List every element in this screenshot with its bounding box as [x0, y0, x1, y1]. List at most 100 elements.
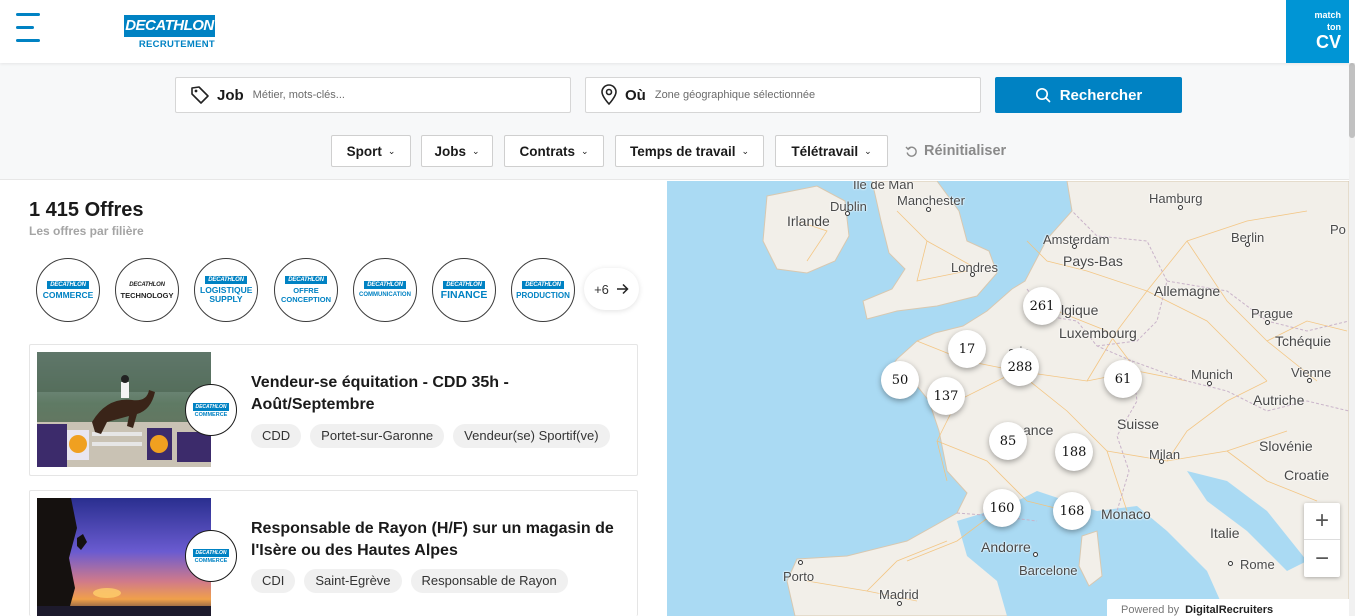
city-dot — [1307, 378, 1312, 383]
map-label: Porto — [783, 569, 815, 584]
filiere-communication[interactable]: DECATHLON COMMUNICATION — [353, 258, 417, 322]
chevron-down-icon: ⌄ — [864, 145, 872, 156]
location-search-field[interactable]: Où — [585, 77, 981, 113]
city-dot — [970, 272, 975, 277]
map-cluster[interactable]: 288 — [1001, 348, 1039, 386]
filiere-label: LOGISTIQUE SUPPLY — [200, 285, 253, 304]
filiere-finance[interactable]: DECATHLON FINANCE — [432, 258, 496, 322]
job-input[interactable] — [252, 89, 553, 101]
filter-jobs[interactable]: Jobs ⌄ — [421, 135, 493, 167]
site-header: DECATHLON RECRUTEMENT match ton CV — [0, 0, 1355, 63]
job-search-field[interactable]: Job — [175, 77, 571, 113]
chevron-down-icon: ⌄ — [741, 145, 750, 156]
chevron-down-icon: ⌄ — [580, 145, 589, 156]
filiere-label: TECHNOLOGY — [120, 290, 174, 300]
filiere-label: COMMERCE — [42, 289, 94, 300]
map-cluster[interactable]: 137 — [927, 377, 965, 415]
map-label: ance — [1023, 422, 1054, 438]
offers-count: 1 415 Offres — [29, 199, 144, 221]
filter-teletravail[interactable]: Télétravail ⌄ — [775, 135, 888, 167]
map-cluster[interactable]: 160 — [983, 489, 1021, 527]
filter-label: Temps de travail — [629, 143, 736, 159]
chevron-down-icon: ⌄ — [471, 145, 480, 156]
map-label: Rome — [1240, 557, 1275, 572]
zoom-out-button[interactable]: − — [1304, 540, 1340, 577]
more-filieres-button[interactable]: +6 — [584, 268, 639, 310]
filter-bar: Sport ⌄ Jobs ⌄ Contrats ⌄ Temps de travail ⌄… — [0, 135, 1349, 167]
map-label: Italie — [1210, 525, 1240, 541]
page-scrollbar-thumb[interactable] — [1349, 63, 1355, 138]
filter-label: Jobs — [434, 143, 466, 159]
powered-by-text: Powered by — [1121, 604, 1180, 616]
location-input[interactable] — [654, 89, 955, 101]
map-cluster[interactable]: 17 — [948, 330, 986, 368]
match-cv-button[interactable]: match ton CV — [1286, 0, 1349, 63]
map-label: Po — [1330, 222, 1346, 237]
map-label: Île de Man — [853, 181, 914, 192]
filiere-brand: DECATHLON — [47, 280, 89, 289]
map-cluster[interactable]: 50 — [881, 361, 919, 399]
search-button-label: Rechercher — [1059, 86, 1143, 104]
map-cluster[interactable]: 61 — [1104, 360, 1142, 398]
offers-subtitle: Les offres par filière — [29, 224, 144, 238]
job-title[interactable]: Responsable de Rayon (H/F) sur un magasi… — [251, 518, 621, 562]
map-cluster[interactable]: 188 — [1055, 433, 1093, 471]
filiere-label: FINANCE — [440, 288, 488, 301]
job-card[interactable]: DECATHLON COMMERCE Vendeur-se équitation… — [29, 344, 638, 476]
role-tag: Vendeur(se) Sportif(ve) — [453, 424, 610, 448]
map-label: Hamburg — [1149, 191, 1203, 206]
job-title[interactable]: Vendeur-se équitation - CDD 35h - Août/S… — [251, 372, 621, 416]
map-label: Allemagne — [1154, 283, 1221, 299]
decathlon-recrutement-logo[interactable]: DECATHLON RECRUTEMENT — [124, 15, 215, 50]
job-card[interactable]: DECATHLON COMMERCE Responsable de Rayon … — [29, 490, 638, 616]
city-dot — [1245, 242, 1250, 247]
filiere-production[interactable]: DECATHLON PRODUCTION — [511, 258, 575, 322]
map-zoom-controls: + − — [1304, 503, 1340, 577]
tag-icon — [191, 86, 209, 104]
filiere-offre-conception[interactable]: DECATHLON OFFRE CONCEPTION — [274, 258, 338, 322]
menu-icon[interactable] — [16, 13, 42, 43]
job-map[interactable]: Île de Man Dublin Manchester Hamburg Po … — [667, 181, 1349, 616]
search-icon — [1035, 87, 1051, 103]
zoom-in-button[interactable]: + — [1304, 503, 1340, 540]
map-label: Munich — [1191, 367, 1233, 382]
contract-tag: CDD — [251, 424, 302, 448]
city-dot — [897, 601, 902, 606]
logo-main: DECATHLON — [124, 15, 215, 37]
city-dot — [845, 211, 850, 216]
filter-label: Sport — [346, 143, 382, 159]
map-cluster[interactable]: 261 — [1023, 287, 1061, 325]
filter-temps-de-travail[interactable]: Temps de travail ⌄ — [615, 135, 764, 167]
map-label: Barcelone — [1019, 563, 1078, 578]
map-label: Milan — [1149, 447, 1181, 462]
reset-filters-button[interactable]: Réinitialiser — [905, 135, 1006, 167]
powered-by-brand: DigitalRecruiters — [1185, 604, 1274, 616]
filiere-brand: DECATHLON — [522, 280, 564, 289]
arrow-right-icon — [616, 283, 629, 295]
filiere-label: PRODUCTION — [516, 290, 570, 300]
reset-icon — [905, 146, 917, 157]
filiere-logistique-supply[interactable]: DECATHLON LOGISTIQUE SUPPLY — [194, 258, 258, 322]
filter-label: Contrats — [519, 143, 575, 159]
map-label: Tchéquie — [1275, 333, 1332, 349]
filiere-brand: DECATHLON — [364, 280, 406, 289]
city-dot — [1207, 381, 1212, 386]
search-band: Job Où Rechercher Sport ⌄ Jobs ⌄ Contrats ⌄… — [0, 63, 1349, 180]
page-scrollbar-track[interactable] — [1349, 63, 1355, 616]
map-cluster[interactable]: 85 — [989, 422, 1027, 460]
city-dot — [1265, 320, 1270, 325]
city-dot — [926, 207, 931, 212]
map-cluster[interactable]: 168 — [1053, 492, 1091, 530]
map-label: Luxembourg — [1059, 325, 1137, 341]
map-label: Slovénie — [1259, 438, 1313, 454]
filiere-technology[interactable]: DECATHLON TECHNOLOGY — [115, 258, 179, 322]
filiere-commerce[interactable]: DECATHLON COMMERCE — [36, 258, 100, 322]
filter-sport[interactable]: Sport ⌄ — [331, 135, 411, 167]
search-button[interactable]: Rechercher — [995, 77, 1182, 113]
powered-by-badge[interactable]: Powered by DigitalRecruiters — [1107, 599, 1349, 616]
logo-sub: RECRUTEMENT — [138, 39, 215, 50]
filiere-brand: DECATHLON — [443, 280, 485, 289]
badge-brand: DECATHLON — [193, 548, 229, 557]
map-label: Irlande — [787, 213, 830, 229]
filter-contrats[interactable]: Contrats ⌄ — [504, 135, 604, 167]
